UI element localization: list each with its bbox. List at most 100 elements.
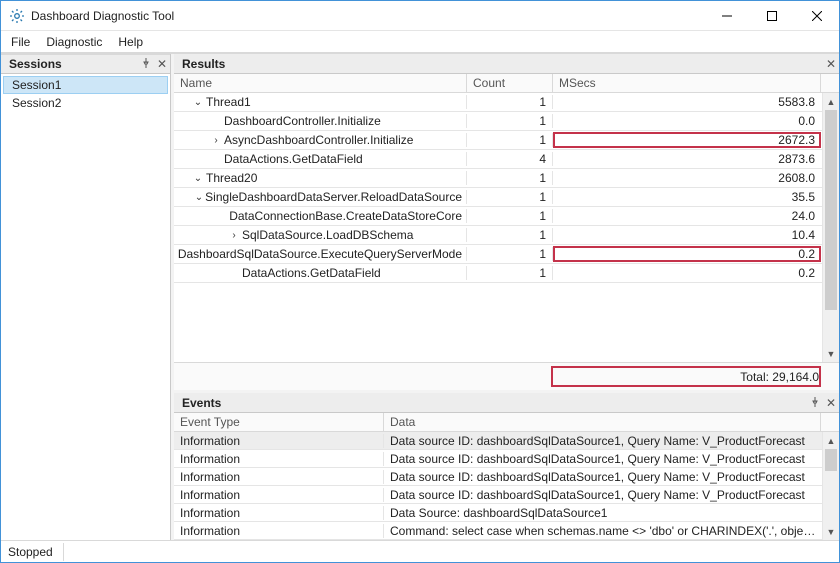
row-count: 1: [467, 228, 553, 242]
row-count: 1: [467, 247, 553, 261]
row-msecs: 10.4: [553, 228, 821, 242]
scroll-up-icon[interactable]: ▲: [823, 432, 839, 449]
events-panel: Events ✕ Event Type Data InformationData…: [174, 393, 839, 540]
row-name: DashboardController.Initialize: [224, 114, 381, 128]
row-msecs: 0.2: [553, 266, 821, 280]
event-data: Data Source: dashboardSqlDataSource1: [384, 506, 821, 520]
window-title: Dashboard Diagnostic Tool: [31, 9, 174, 23]
sessions-panel: Sessions ✕ Session1Session2: [1, 54, 171, 540]
pin-icon[interactable]: [138, 57, 154, 71]
session-item[interactable]: Session1: [3, 76, 168, 94]
column-event-data[interactable]: Data: [384, 413, 821, 431]
scroll-up-icon[interactable]: ▲: [823, 93, 839, 110]
results-scrollbar[interactable]: ▲ ▼: [822, 93, 839, 362]
row-count: 1: [467, 114, 553, 128]
chevron-down-icon[interactable]: ⌄: [192, 97, 204, 108]
column-msecs[interactable]: MSecs: [553, 74, 821, 92]
events-header: Event Type Data: [174, 413, 839, 432]
events-row[interactable]: InformationData source ID: dashboardSqlD…: [174, 468, 839, 486]
close-button[interactable]: [794, 1, 839, 31]
event-data: Data source ID: dashboardSqlDataSource1,…: [384, 434, 821, 448]
event-data: Data source ID: dashboardSqlDataSource1,…: [384, 470, 821, 484]
results-row[interactable]: ⌄Thread115583.8: [174, 93, 839, 112]
results-row[interactable]: DataActions.GetDataField42873.6: [174, 150, 839, 169]
events-row[interactable]: InformationData source ID: dashboardSqlD…: [174, 432, 839, 450]
event-data: Data source ID: dashboardSqlDataSource1,…: [384, 488, 821, 502]
results-header: Name Count MSecs: [174, 74, 839, 93]
row-msecs: 5583.8: [553, 95, 821, 109]
row-name: Thread1: [206, 95, 251, 109]
event-type: Information: [174, 506, 384, 520]
events-grid[interactable]: InformationData source ID: dashboardSqlD…: [174, 432, 839, 540]
session-item[interactable]: Session2: [3, 94, 168, 112]
row-name: DashboardSqlDataSource.ExecuteQueryServe…: [178, 247, 462, 261]
row-name: DataActions.GetDataField: [224, 152, 363, 166]
row-count: 1: [467, 171, 553, 185]
titlebar: Dashboard Diagnostic Tool: [1, 1, 839, 31]
results-row[interactable]: DashboardController.Initialize 10.0: [174, 112, 839, 131]
event-type: Information: [174, 524, 384, 538]
status-bar: Stopped: [1, 540, 839, 562]
column-count[interactable]: Count: [467, 74, 553, 92]
row-msecs: 2608.0: [553, 171, 821, 185]
close-events-icon[interactable]: ✕: [823, 396, 839, 410]
app-gear-icon: [9, 8, 25, 24]
event-type: Information: [174, 488, 384, 502]
results-row[interactable]: ›AsyncDashboardController.Initialize1267…: [174, 131, 839, 150]
column-name[interactable]: Name: [174, 74, 467, 92]
row-msecs: 24.0: [553, 209, 821, 223]
results-row[interactable]: ›SqlDataSource.LoadDBSchema 110.4: [174, 226, 839, 245]
chevron-down-icon[interactable]: ⌄: [195, 192, 203, 203]
events-row[interactable]: InformationCommand: select case when sch…: [174, 522, 839, 540]
row-count: 1: [467, 266, 553, 280]
event-data: Command: select case when schemas.name <…: [384, 524, 821, 538]
results-total-bar: Total: 29,164.0: [174, 362, 839, 390]
results-row[interactable]: ⌄Thread20 12608.0: [174, 169, 839, 188]
close-results-icon[interactable]: ✕: [823, 57, 839, 71]
scroll-down-icon[interactable]: ▼: [823, 345, 839, 362]
row-msecs: 0.0: [553, 114, 821, 128]
column-event-type[interactable]: Event Type: [174, 413, 384, 431]
scroll-down-icon[interactable]: ▼: [823, 523, 839, 540]
row-name: AsyncDashboardController.Initialize: [224, 133, 413, 147]
results-row[interactable]: DataConnectionBase.CreateDataStoreCore 12…: [174, 207, 839, 226]
events-row[interactable]: InformationData Source: dashboardSqlData…: [174, 504, 839, 522]
sessions-title: Sessions: [9, 57, 138, 71]
results-row[interactable]: DataActions.GetDataField 10.2: [174, 264, 839, 283]
chevron-right-icon[interactable]: ›: [228, 230, 240, 241]
row-name: Thread20: [206, 171, 257, 185]
event-type: Information: [174, 434, 384, 448]
menu-diagnostic[interactable]: Diagnostic: [46, 35, 102, 49]
chevron-right-icon[interactable]: ›: [210, 135, 222, 146]
results-title: Results: [182, 57, 823, 71]
menu-help[interactable]: Help: [118, 35, 143, 49]
events-scrollbar[interactable]: ▲ ▼: [822, 432, 839, 540]
maximize-button[interactable]: [749, 1, 794, 31]
event-type: Information: [174, 452, 384, 466]
row-count: 1: [467, 190, 553, 204]
results-total: Total: 29,164.0: [740, 370, 819, 384]
close-panel-icon[interactable]: ✕: [154, 57, 170, 71]
row-count: 1: [467, 209, 553, 223]
event-type: Information: [174, 470, 384, 484]
row-msecs: 35.5: [553, 190, 821, 204]
menubar: File Diagnostic Help: [1, 31, 839, 53]
chevron-down-icon[interactable]: ⌄: [192, 173, 204, 184]
row-name: DataActions.GetDataField: [242, 266, 381, 280]
results-panel: Results ✕ Name Count MSecs ⌄Thread115583…: [174, 54, 839, 390]
events-row[interactable]: InformationData source ID: dashboardSqlD…: [174, 486, 839, 504]
results-grid[interactable]: ⌄Thread115583.8DashboardController.Initi…: [174, 93, 839, 362]
row-msecs: 0.2: [553, 247, 821, 261]
row-count: 4: [467, 152, 553, 166]
menu-file[interactable]: File: [11, 35, 30, 49]
events-row[interactable]: InformationData source ID: dashboardSqlD…: [174, 450, 839, 468]
row-name: SingleDashboardDataServer.ReloadDataSour…: [205, 190, 462, 204]
row-name: SqlDataSource.LoadDBSchema: [242, 228, 413, 242]
row-name: DataConnectionBase.CreateDataStoreCore: [229, 209, 462, 223]
events-pin-icon[interactable]: [807, 396, 823, 410]
events-title: Events: [182, 396, 807, 410]
results-row[interactable]: DashboardSqlDataSource.ExecuteQueryServe…: [174, 245, 839, 264]
results-row[interactable]: ⌄SingleDashboardDataServer.ReloadDataSou…: [174, 188, 839, 207]
row-msecs: 2672.3: [553, 133, 821, 147]
minimize-button[interactable]: [704, 1, 749, 31]
